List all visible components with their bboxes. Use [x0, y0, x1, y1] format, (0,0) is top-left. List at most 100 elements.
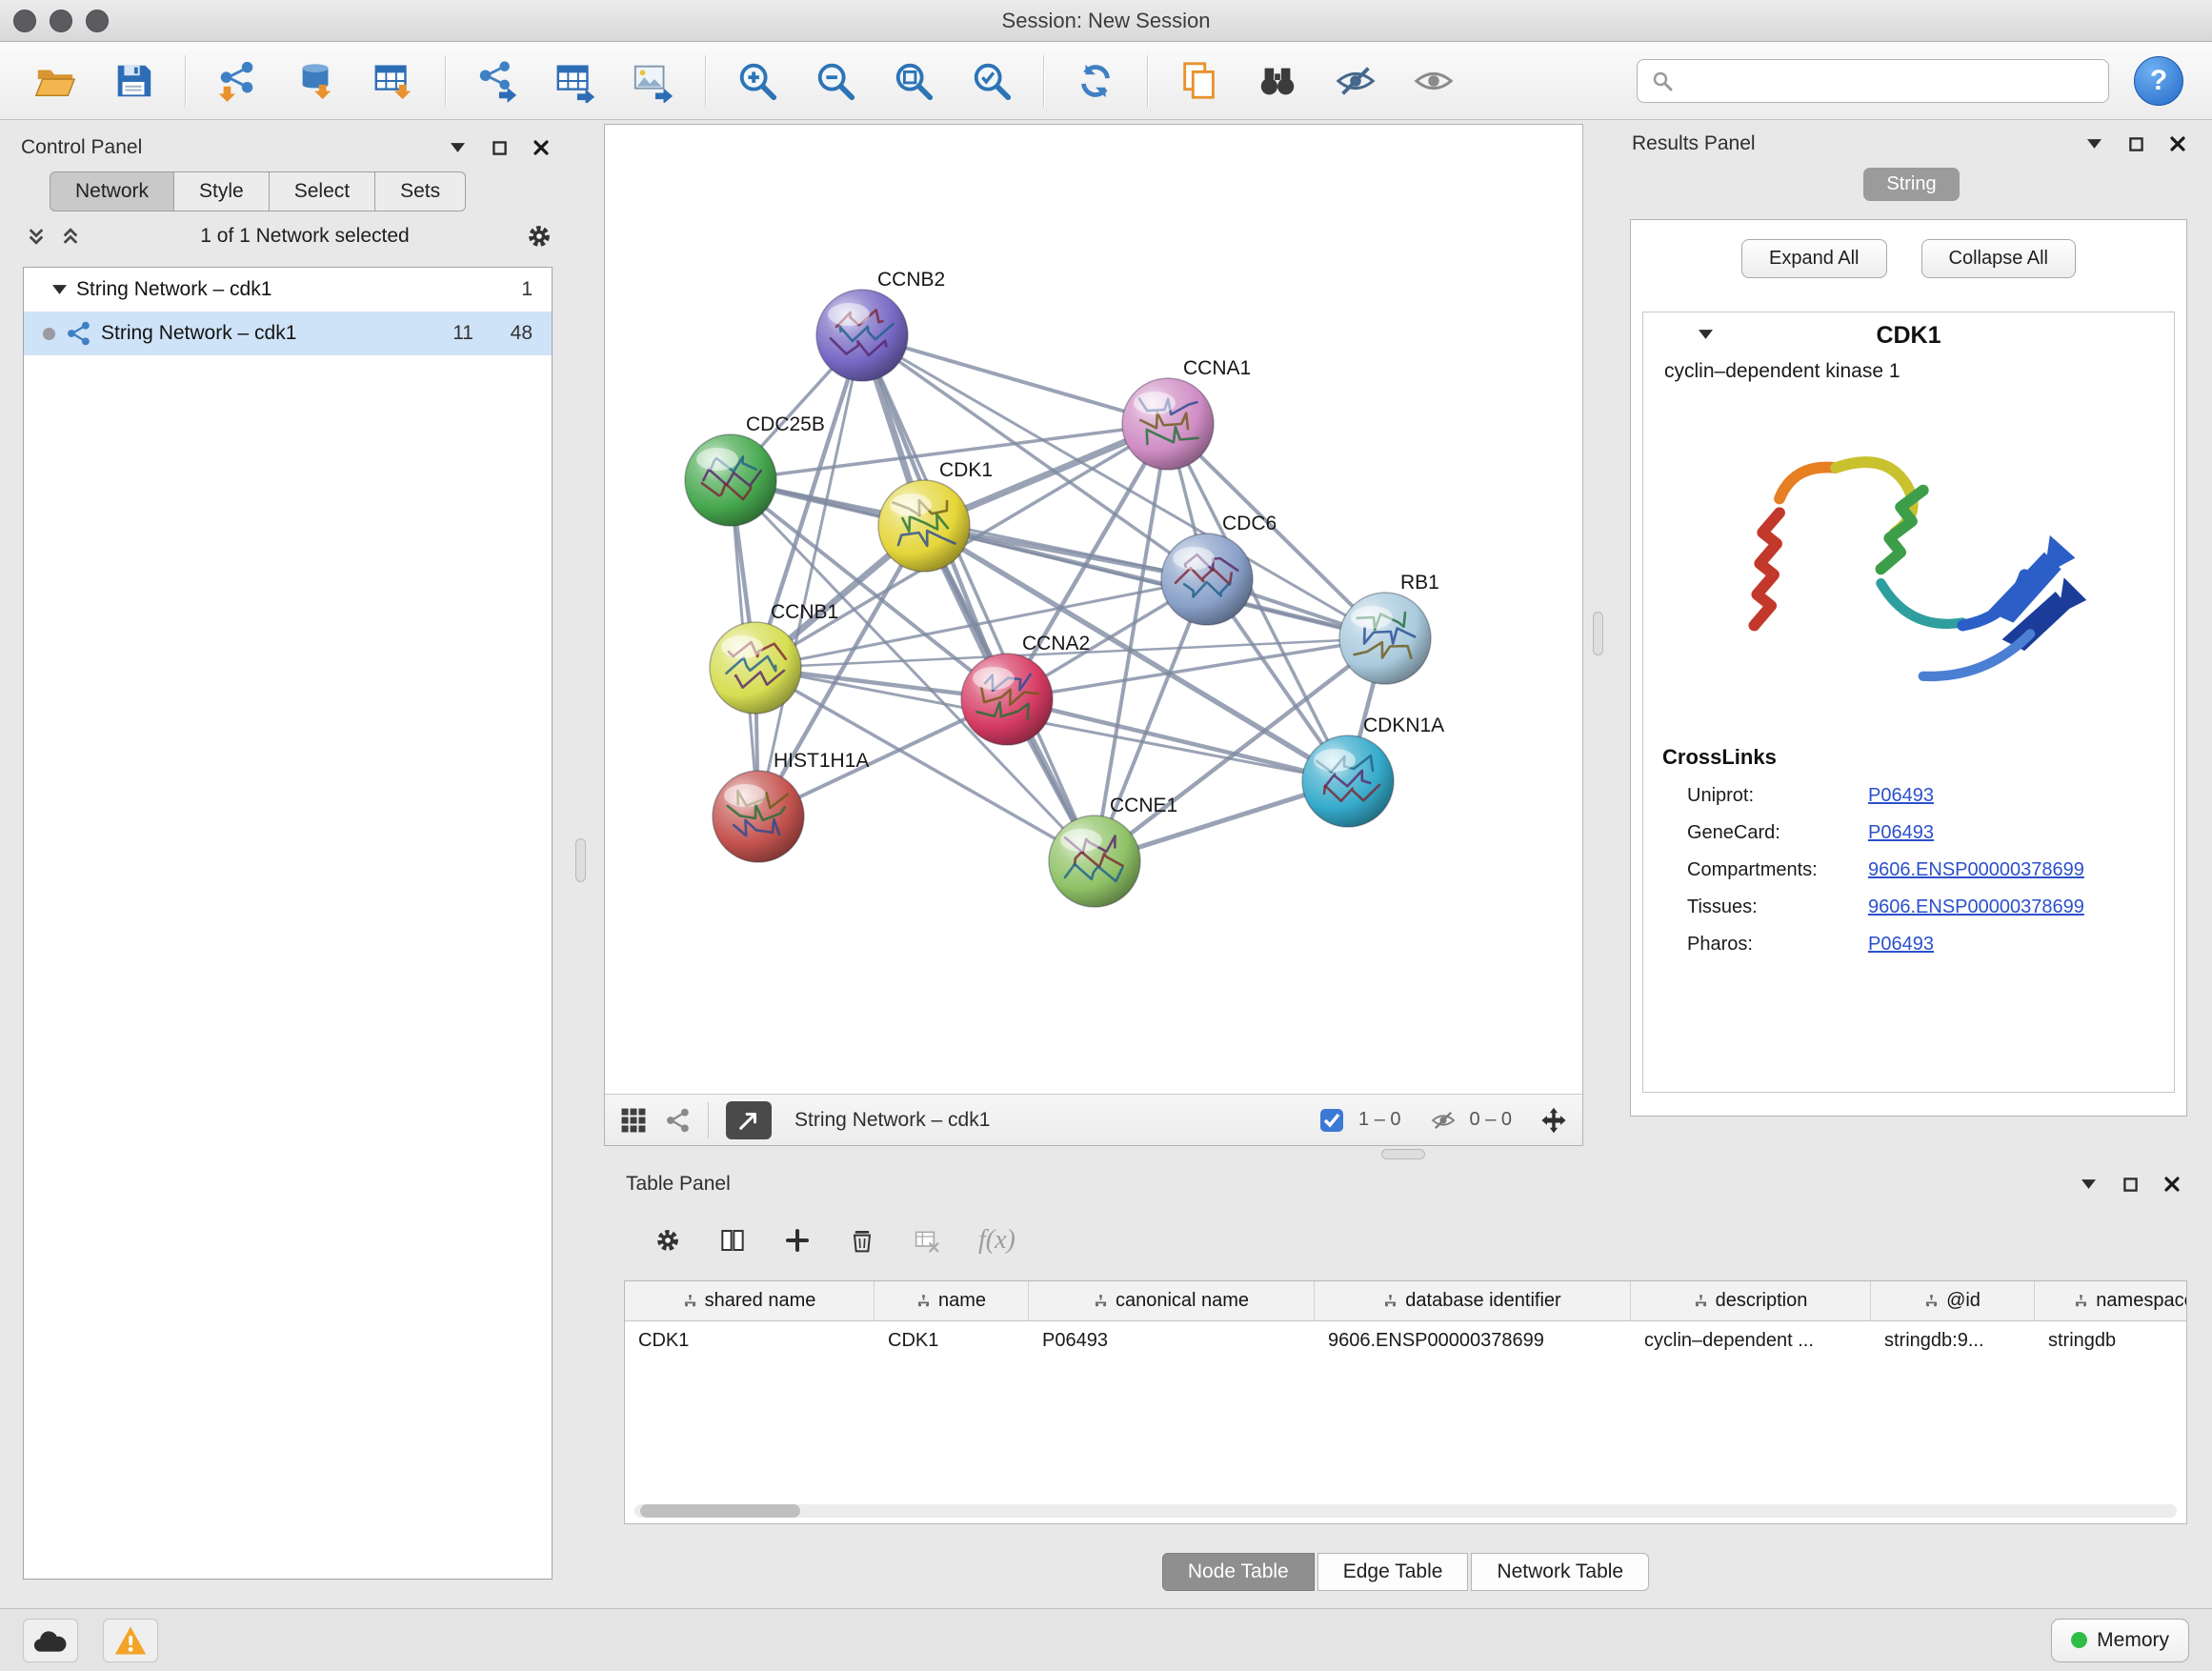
import-network-database-button[interactable]: [289, 52, 342, 110]
table-panel-close-button[interactable]: [2159, 1171, 2185, 1198]
crosslink-value-link[interactable]: P06493: [1868, 934, 1934, 956]
refresh-view-button[interactable]: [1069, 52, 1122, 110]
annotations-button[interactable]: [1173, 52, 1226, 110]
traffic-light-minimize-button[interactable]: [50, 10, 72, 32]
network-edge-CCNB2-CCNA1[interactable]: [862, 335, 1168, 424]
bottom-splitter-handle[interactable]: [1381, 1149, 1425, 1159]
toolbar-search[interactable]: [1637, 59, 2109, 103]
warnings-button[interactable]: [103, 1619, 158, 1662]
column-header--id[interactable]: @id: [1871, 1281, 2035, 1321]
crosslink-value-link[interactable]: P06493: [1868, 822, 1934, 844]
control-panel-collapse-button[interactable]: [444, 134, 471, 161]
table-panel-collapse-button[interactable]: [2075, 1171, 2101, 1198]
table-cell[interactable]: 9606.ENSP00000378699: [1315, 1321, 1631, 1363]
show-all-button[interactable]: [1407, 52, 1460, 110]
network-options-gear-button[interactable]: [526, 223, 553, 250]
expand-all-button[interactable]: Expand All: [1741, 239, 1887, 278]
network-node-HIST1H1A[interactable]: HIST1H1A: [713, 750, 869, 862]
right-splitter-handle[interactable]: [1593, 612, 1603, 655]
zoom-in-button[interactable]: [731, 52, 784, 110]
tree-expand-caret-icon[interactable]: [52, 285, 67, 294]
export-image-button[interactable]: [627, 52, 680, 110]
export-table-button[interactable]: [549, 52, 602, 110]
tab-node-table[interactable]: Node Table: [1162, 1553, 1315, 1591]
selected-checkbox-icon[interactable]: [1318, 1107, 1345, 1134]
table-cell[interactable]: cyclin–dependent ...: [1631, 1321, 1871, 1363]
delete-table-button[interactable]: [914, 1227, 940, 1254]
delete-column-button[interactable]: [849, 1227, 875, 1254]
memory-button[interactable]: Memory: [2051, 1619, 2189, 1662]
table-cell[interactable]: CDK1: [875, 1321, 1029, 1363]
tab-network[interactable]: Network: [50, 171, 174, 211]
cloud-status-button[interactable]: [23, 1619, 78, 1662]
network-overview-button[interactable]: [664, 1107, 691, 1134]
open-in-window-button[interactable]: [726, 1101, 772, 1139]
network-node-RB1[interactable]: RB1: [1339, 572, 1439, 684]
import-network-file-button[interactable]: [211, 52, 264, 110]
table-horizontal-scrollbar[interactable]: [634, 1504, 2177, 1518]
zoom-fit-button[interactable]: [887, 52, 940, 110]
open-session-button[interactable]: [29, 52, 82, 110]
save-session-button[interactable]: [107, 52, 160, 110]
table-cell[interactable]: P06493: [1029, 1321, 1315, 1363]
crosslink-value-link[interactable]: 9606.ENSP00000378699: [1868, 859, 2084, 881]
column-header-namespace[interactable]: namespace: [2035, 1281, 2187, 1321]
network-edge-CCNA2-CDKN1A[interactable]: [1007, 699, 1348, 781]
control-panel-float-button[interactable]: [486, 134, 513, 161]
table-options-gear-button[interactable]: [654, 1227, 681, 1254]
column-header-canonical-name[interactable]: canonical name: [1029, 1281, 1315, 1321]
move-tool-button[interactable]: [1540, 1107, 1567, 1134]
import-table-button[interactable]: [367, 52, 420, 110]
results-panel-collapse-button[interactable]: [2081, 131, 2107, 157]
hide-selected-button[interactable]: [1329, 52, 1382, 110]
network-node-CCNB1[interactable]: CCNB1: [710, 601, 838, 714]
crosslink-value-link[interactable]: 9606.ENSP00000378699: [1868, 896, 2084, 918]
column-header-description[interactable]: description: [1631, 1281, 1871, 1321]
tab-sets[interactable]: Sets: [375, 171, 466, 211]
zoom-selected-button[interactable]: [965, 52, 1018, 110]
network-node-CCNA1[interactable]: CCNA1: [1122, 357, 1251, 470]
control-panel-close-button[interactable]: [528, 134, 554, 161]
left-splitter-handle[interactable]: [575, 838, 586, 882]
scrollbar-thumb[interactable]: [640, 1504, 800, 1518]
function-builder-button[interactable]: f(x): [978, 1225, 1016, 1256]
column-header-name[interactable]: name: [875, 1281, 1029, 1321]
gene-entry-header[interactable]: CDK1: [1643, 312, 2174, 358]
network-row[interactable]: String Network – cdk1 11 48: [24, 312, 552, 355]
table-cell[interactable]: stringdb: [2035, 1321, 2187, 1363]
tab-select[interactable]: Select: [270, 171, 375, 211]
add-column-button[interactable]: [784, 1227, 811, 1254]
image-export-icon: [632, 59, 675, 103]
network-collection-row[interactable]: String Network – cdk1 1: [24, 268, 552, 312]
table-cell[interactable]: CDK1: [625, 1321, 875, 1363]
network-canvas-svg[interactable]: CCNB2CCNA1CDC25BCDK1CDC6RB1CCNB1CCNA2CDK…: [605, 125, 1582, 1093]
collapse-all-networks-button[interactable]: [23, 223, 50, 250]
show-columns-button[interactable]: [719, 1227, 746, 1254]
traffic-light-close-button[interactable]: [13, 10, 36, 32]
tab-style[interactable]: Style: [174, 171, 270, 211]
zoom-out-button[interactable]: [809, 52, 862, 110]
tab-edge-table[interactable]: Edge Table: [1317, 1553, 1469, 1591]
network-edge-CCNB2-CCNE1[interactable]: [862, 335, 1095, 861]
results-panel-close-button[interactable]: [2164, 131, 2191, 157]
table-panel-float-button[interactable]: [2117, 1171, 2143, 1198]
tab-string[interactable]: String: [1863, 168, 1959, 201]
traffic-light-zoom-button[interactable]: [86, 10, 109, 32]
first-neighbors-button[interactable]: [1251, 52, 1304, 110]
crosslink-value-link[interactable]: P06493: [1868, 785, 1934, 807]
birdseye-grid-button[interactable]: [620, 1107, 647, 1134]
search-input[interactable]: [1683, 70, 2095, 91]
network-edge-CCNB2-HIST1H1A[interactable]: [758, 335, 862, 816]
column-header-shared-name[interactable]: shared name: [625, 1281, 875, 1321]
collapse-all-button[interactable]: Collapse All: [1921, 239, 2077, 278]
network-node-CCNB2[interactable]: CCNB2: [816, 269, 945, 381]
help-button[interactable]: ?: [2134, 56, 2183, 106]
column-header-database-identifier[interactable]: database identifier: [1315, 1281, 1631, 1321]
results-panel-float-button[interactable]: [2122, 131, 2149, 157]
table-cell[interactable]: stringdb:9...: [1871, 1321, 2035, 1363]
export-network-button[interactable]: [471, 52, 524, 110]
expand-all-networks-button[interactable]: [57, 223, 84, 250]
tab-network-table[interactable]: Network Table: [1471, 1553, 1649, 1591]
entry-collapse-caret-icon[interactable]: [1699, 330, 1713, 339]
hidden-elements-button[interactable]: [1430, 1107, 1457, 1134]
